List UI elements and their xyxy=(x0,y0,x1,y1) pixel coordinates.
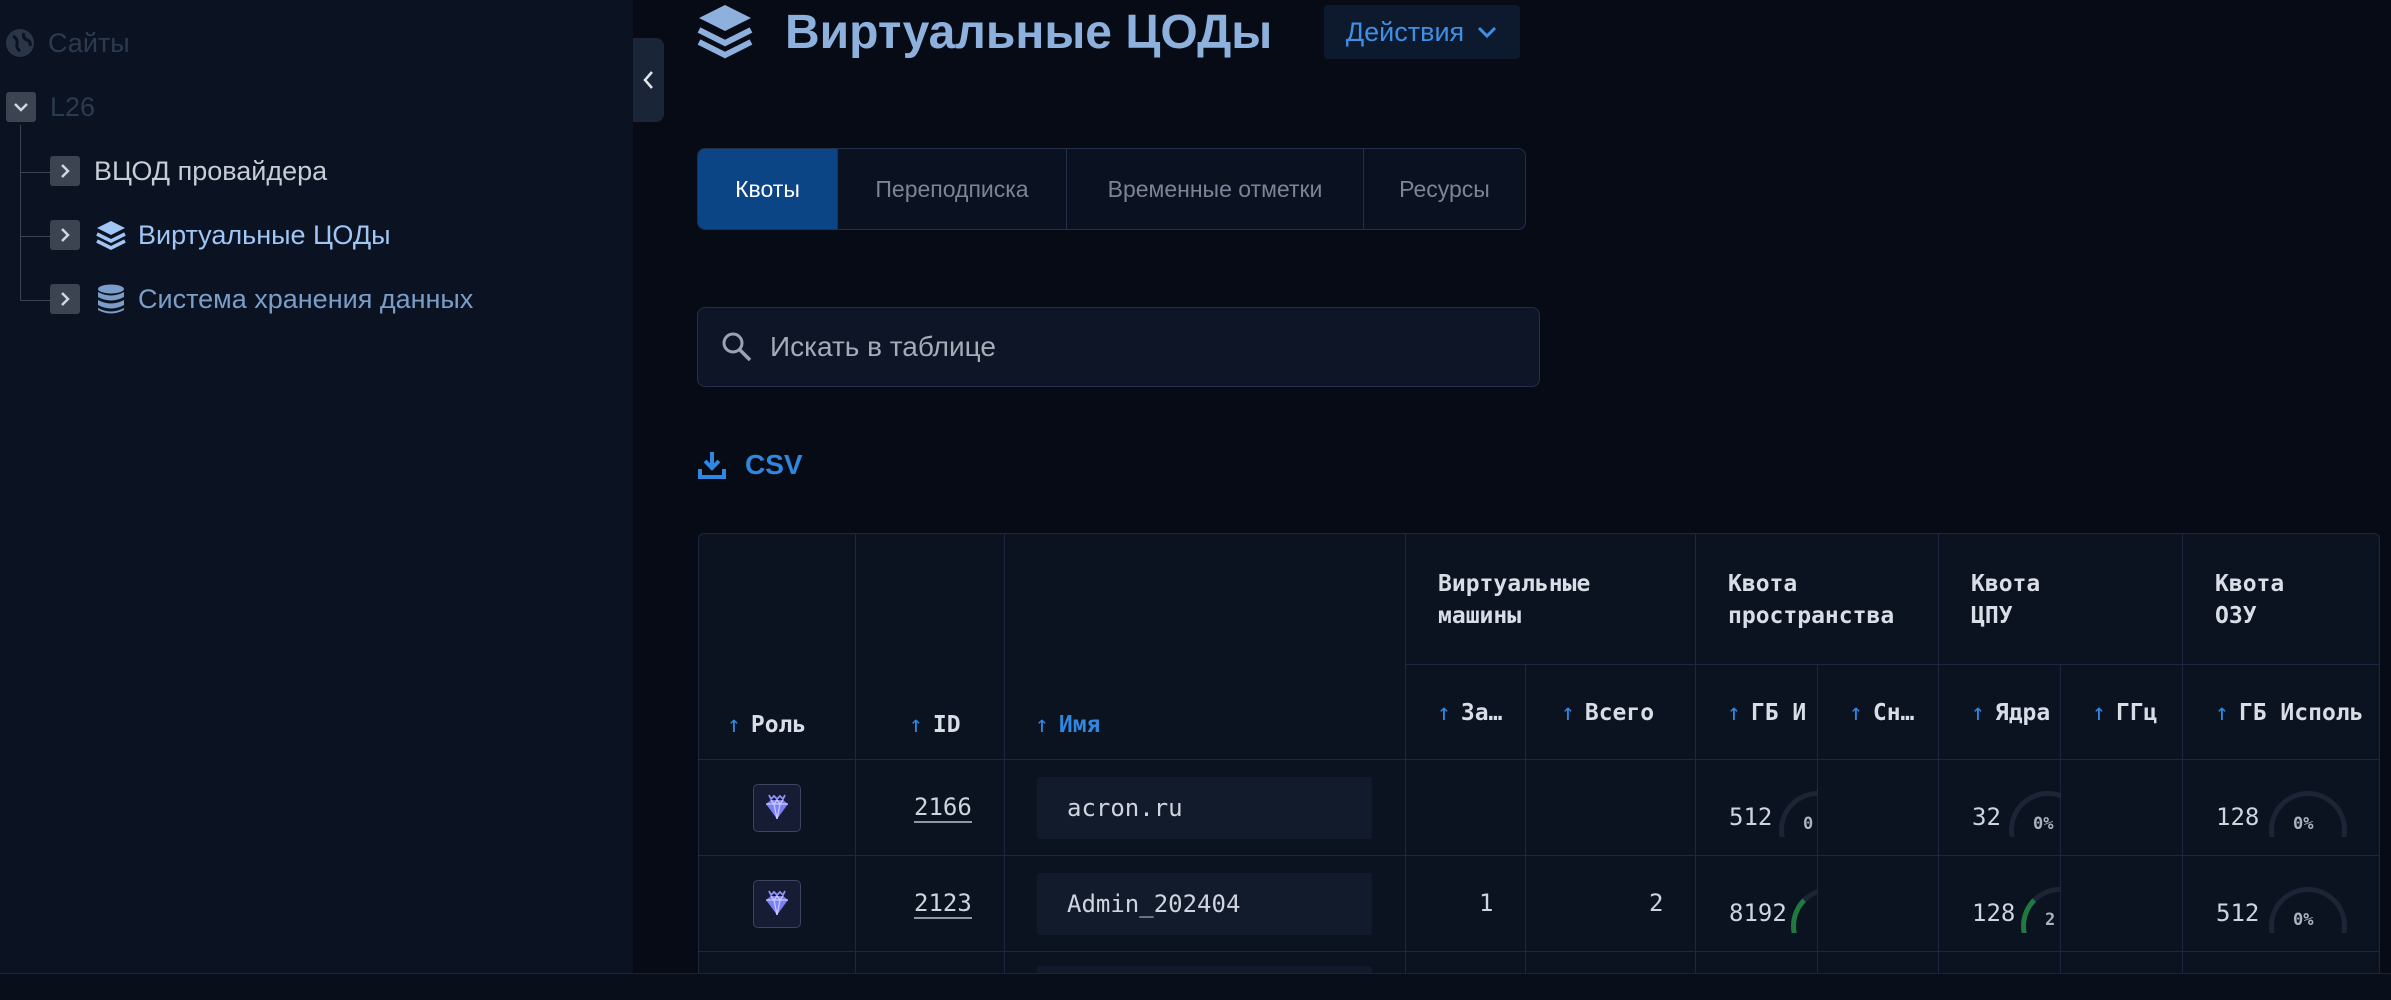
database-icon xyxy=(94,282,128,316)
role-badge xyxy=(753,784,801,832)
sidebar-collapse-button[interactable] xyxy=(633,38,664,122)
csv-export-button[interactable]: CSV xyxy=(697,449,803,481)
chevron-down-icon[interactable] xyxy=(6,92,36,122)
sort-arrow-icon: ↑ xyxy=(1035,712,1049,738)
tab-timestamps[interactable]: Временные отметки xyxy=(1067,149,1364,229)
sidebar-item-label: ВЦОД провайдера xyxy=(94,155,328,186)
ram-usage-gauge: 0% xyxy=(2269,887,2349,933)
actions-dropdown-button[interactable]: Действия xyxy=(1324,5,1520,59)
tab-quotas[interactable]: Квоты xyxy=(698,149,838,229)
sort-arrow-icon: ↑ xyxy=(727,712,741,738)
column-header-cpu-cores[interactable]: ↑ Ядра xyxy=(1971,700,2057,726)
sidebar: Сайты L26 ВЦОД провайдера Виртуальные ЦО… xyxy=(0,0,633,973)
diamond-crown-icon xyxy=(760,791,794,825)
row-cpu-cores: 128 xyxy=(1972,899,2016,927)
sidebar-item-provider-vdc[interactable]: ВЦОД провайдера xyxy=(50,151,327,191)
diamond-crown-icon xyxy=(760,887,794,921)
layers-icon xyxy=(94,218,128,252)
sort-arrow-icon: ↑ xyxy=(2092,700,2106,726)
actions-label: Действия xyxy=(1345,16,1465,47)
column-header-ram[interactable]: ↑ ГБ Исполь xyxy=(2215,700,2379,726)
row-ram-gb: 512 xyxy=(2216,899,2260,927)
chevron-right-icon[interactable] xyxy=(50,220,80,250)
tab-oversubscription[interactable]: Переподписка xyxy=(838,149,1067,229)
column-header-cpu-ghz[interactable]: ↑ ГГц xyxy=(2092,700,2157,726)
sort-arrow-icon: ↑ xyxy=(1561,700,1575,726)
tab-bar: Квоты Переподписка Временные отметки Рес… xyxy=(697,148,1526,230)
tree-line xyxy=(20,125,21,300)
page-title: Виртуальные ЦОДы xyxy=(785,6,1273,59)
column-header-vm-on[interactable]: ↑ За… xyxy=(1437,700,1521,726)
sort-arrow-icon: ↑ xyxy=(1849,700,1863,726)
tree-line xyxy=(20,300,50,301)
search-placeholder: Искать в таблице xyxy=(770,331,996,362)
sidebar-item-label: L26 xyxy=(50,91,96,122)
sidebar-item-label: Виртуальные ЦОДы xyxy=(138,219,391,250)
row-ram-gb: 128 xyxy=(2216,803,2260,831)
tree-line xyxy=(20,236,50,237)
tree-line xyxy=(20,172,50,173)
page-title-icon xyxy=(696,2,754,60)
group-header-ram: Квота ОЗУ xyxy=(2215,571,2285,629)
csv-label: CSV xyxy=(745,449,803,480)
chevron-left-icon xyxy=(640,68,658,92)
sidebar-item-label: Сайты xyxy=(48,27,130,58)
column-header-space-gb[interactable]: ↑ ГБ И xyxy=(1727,700,1815,726)
sort-arrow-icon: ↑ xyxy=(1437,700,1451,726)
download-icon xyxy=(697,450,727,480)
sort-arrow-icon: ↑ xyxy=(909,712,923,738)
column-header-space-snap[interactable]: ↑ Сн… xyxy=(1849,700,1935,726)
group-header-space: Квота пространства xyxy=(1728,571,1895,629)
row-name[interactable]: Admin_202404 xyxy=(1037,873,1372,935)
ram-usage-gauge: 0% xyxy=(2269,791,2349,837)
cpu-usage-gauge: 2 xyxy=(2021,887,2060,933)
row-name[interactable]: acron.ru xyxy=(1037,777,1372,839)
chevron-right-icon[interactable] xyxy=(50,284,80,314)
sidebar-item-sites[interactable]: Сайты xyxy=(4,23,130,63)
quotas-table: ↑ Роль ↑ ID ↑ Имя Виртуальные машины Квота … xyxy=(698,533,2380,974)
space-usage-gauge xyxy=(1791,887,1817,933)
cpu-usage-gauge: 0% xyxy=(2009,791,2060,837)
role-badge xyxy=(753,880,801,928)
chevron-down-icon xyxy=(1476,24,1498,40)
sort-arrow-icon: ↑ xyxy=(1727,700,1741,726)
row-id-link[interactable]: 2123 xyxy=(914,889,972,919)
row-space-gb: 8192 xyxy=(1729,899,1787,927)
row-vm-total: 2 xyxy=(1649,889,1664,917)
sort-arrow-icon: ↑ xyxy=(1971,700,1985,726)
group-header-cpu: Квота ЦПУ xyxy=(1971,571,2041,629)
column-header-role[interactable]: ↑ Роль xyxy=(727,712,806,738)
search-icon xyxy=(720,330,754,364)
chevron-right-icon[interactable] xyxy=(50,156,80,186)
column-header-vm-total[interactable]: ↑ Всего xyxy=(1561,700,1654,726)
sidebar-item-storage[interactable]: Система хранения данных xyxy=(50,279,473,319)
globe-icon xyxy=(4,27,36,59)
group-header-vm: Виртуальные машины xyxy=(1438,571,1591,629)
row-id-link[interactable]: 2166 xyxy=(914,793,972,823)
sidebar-item-label: Система хранения данных xyxy=(138,283,474,314)
space-usage-gauge: 0 xyxy=(1779,791,1817,837)
row-cpu-cores: 32 xyxy=(1972,803,2001,831)
row-vm-on: 1 xyxy=(1479,889,1494,917)
column-header-name[interactable]: ↑ Имя xyxy=(1035,712,1100,738)
sidebar-item-l26[interactable]: L26 xyxy=(6,87,95,127)
table-search-input[interactable]: Искать в таблице xyxy=(697,307,1540,387)
sort-arrow-icon: ↑ xyxy=(2215,700,2229,726)
row-space-gb: 512 xyxy=(1729,803,1773,831)
status-bar xyxy=(0,973,2391,1000)
tab-resources[interactable]: Ресурсы xyxy=(1364,149,1525,229)
column-header-id[interactable]: ↑ ID xyxy=(909,712,961,738)
sidebar-item-virtual-dcs[interactable]: Виртуальные ЦОДы xyxy=(50,215,391,255)
